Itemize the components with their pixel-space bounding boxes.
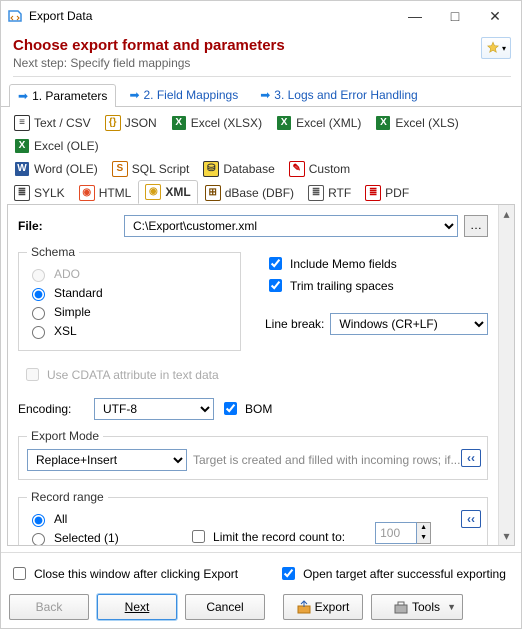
format-tab[interactable]: XExcel (XML)	[269, 111, 368, 134]
format-tab[interactable]: SSQL Script	[105, 157, 197, 180]
record-range-option[interactable]: All	[27, 511, 158, 527]
format-icon: ≣	[365, 185, 381, 201]
format-icon: ⛁	[203, 161, 219, 177]
record-range-legend: Record range	[27, 490, 108, 504]
trim-spaces-check[interactable]: Trim trailing spaces	[265, 276, 488, 295]
scroll-up-icon: ▴	[503, 207, 509, 221]
page-subtitle: Next step: Specify field mappings	[13, 56, 511, 70]
favorites-button[interactable]: ▾	[481, 37, 511, 59]
schema-group: Schema ADO Standard Simple XSL	[18, 245, 241, 351]
format-tab[interactable]: ≣SYLK	[7, 180, 72, 204]
export-mode-hint: Target is created and filled with incomi…	[193, 453, 460, 467]
back-button: Back	[9, 594, 89, 620]
cancel-button[interactable]: Cancel	[185, 594, 265, 620]
wizard-header: Choose export format and parameters Next…	[1, 31, 521, 79]
step-tab[interactable]: ➡1. Parameters	[9, 84, 116, 107]
open-target-check[interactable]: Open target after successful exporting	[278, 564, 506, 583]
schema-option[interactable]: Standard	[27, 285, 232, 301]
arrow-icon: ➡	[129, 88, 139, 102]
format-icon: ◉	[145, 184, 161, 200]
collapse-export-mode-button[interactable]: ‹‹	[461, 449, 481, 467]
linebreak-label: Line break:	[265, 317, 324, 331]
cdata-check: Use CDATA attribute in text data	[22, 365, 488, 384]
tools-button[interactable]: Tools▼	[371, 594, 463, 620]
record-range-option[interactable]: Selected (1)	[27, 530, 158, 545]
schema-option[interactable]: Simple	[27, 304, 232, 320]
format-tab[interactable]: ≣RTF	[301, 180, 358, 204]
format-tab[interactable]: XExcel (XLS)	[368, 111, 465, 134]
format-tabs: ≡Text / CSV{}JSONXExcel (XLSX)XExcel (XM…	[1, 107, 521, 205]
chevron-down-icon: ▾	[502, 44, 506, 53]
format-tab[interactable]: ◉XML	[138, 180, 197, 204]
format-tab[interactable]: XExcel (OLE)	[7, 134, 106, 157]
format-icon: X	[375, 115, 391, 131]
format-icon: ⊞	[205, 185, 221, 201]
format-icon: ≣	[14, 185, 30, 201]
format-icon: X	[276, 115, 292, 131]
limit-count-check[interactable]: Limit the record count to:	[188, 527, 345, 545]
file-combo[interactable]: C:\Export\customer.xml	[124, 215, 458, 237]
format-tab[interactable]: ✎Custom	[282, 157, 357, 180]
format-icon: ◉	[79, 185, 95, 201]
bom-check[interactable]: BOM	[220, 399, 272, 418]
schema-option[interactable]: XSL	[27, 323, 232, 339]
export-mode-legend: Export Mode	[27, 429, 103, 443]
format-tab[interactable]: {}JSON	[98, 111, 164, 134]
format-tab[interactable]: ≣PDF	[358, 180, 416, 204]
step-tabs: ➡1. Parameters➡2. Field Mappings➡3. Logs…	[1, 79, 521, 107]
next-button[interactable]: Next	[97, 594, 177, 620]
encoding-label: Encoding:	[18, 402, 88, 416]
schema-option: ADO	[27, 266, 232, 282]
arrow-icon: ➡	[18, 89, 28, 103]
step-tab[interactable]: ➡3. Logs and Error Handling	[251, 83, 426, 106]
file-label: File:	[18, 219, 118, 233]
format-tab[interactable]: WWord (OLE)	[7, 157, 105, 180]
maximize-button[interactable]: □	[435, 8, 475, 24]
export-button[interactable]: Export	[283, 594, 363, 620]
scroll-down-icon: ▾	[503, 529, 509, 543]
encoding-select[interactable]: UTF-8	[94, 398, 214, 420]
format-icon: {}	[105, 115, 121, 131]
collapse-record-range-button[interactable]: ‹‹	[461, 510, 481, 528]
arrow-icon: ➡	[260, 88, 270, 102]
footer: Close this window after clicking Export …	[1, 552, 521, 628]
schema-legend: Schema	[27, 245, 79, 259]
include-memo-check[interactable]: Include Memo fields	[265, 254, 488, 273]
toolbox-icon	[394, 600, 408, 614]
format-icon: S	[112, 161, 128, 177]
export-mode-select[interactable]: Replace+Insert	[27, 449, 187, 471]
format-icon: X	[171, 115, 187, 131]
format-icon: ✎	[289, 161, 305, 177]
format-tab[interactable]: ◉HTML	[72, 180, 139, 204]
record-range-group: Record range ‹‹ AllSelected (1)From curr…	[18, 490, 488, 545]
format-tab[interactable]: ⊞dBase (DBF)	[198, 180, 301, 204]
window-title: Export Data	[29, 9, 395, 23]
export-icon	[297, 600, 311, 614]
linebreak-select[interactable]: Windows (CR+LF)	[330, 313, 488, 335]
format-icon: ≣	[308, 185, 324, 201]
format-icon: W	[14, 161, 30, 177]
titlebar: Export Data — □ ✕	[1, 1, 521, 31]
export-mode-group: Export Mode ‹‹ Replace+Insert Target is …	[18, 429, 488, 480]
format-icon: X	[14, 138, 30, 154]
vertical-scrollbar[interactable]: ▴ ▾	[498, 205, 514, 545]
close-window-button[interactable]: ✕	[475, 8, 515, 25]
page-title: Choose export format and parameters	[13, 37, 511, 54]
browse-button[interactable]: …	[464, 215, 488, 237]
minimize-button[interactable]: —	[395, 8, 435, 24]
app-icon	[7, 8, 23, 24]
step-tab[interactable]: ➡2. Field Mappings	[120, 83, 247, 106]
limit-count-spinner[interactable]: ▲▼	[375, 508, 431, 544]
format-icon: ≡	[14, 115, 30, 131]
close-after-export-check[interactable]: Close this window after clicking Export	[9, 564, 238, 583]
format-tab[interactable]: ⛁Database	[196, 157, 281, 180]
format-tab[interactable]: XExcel (XLSX)	[164, 111, 269, 134]
format-tab[interactable]: ≡Text / CSV	[7, 111, 98, 134]
